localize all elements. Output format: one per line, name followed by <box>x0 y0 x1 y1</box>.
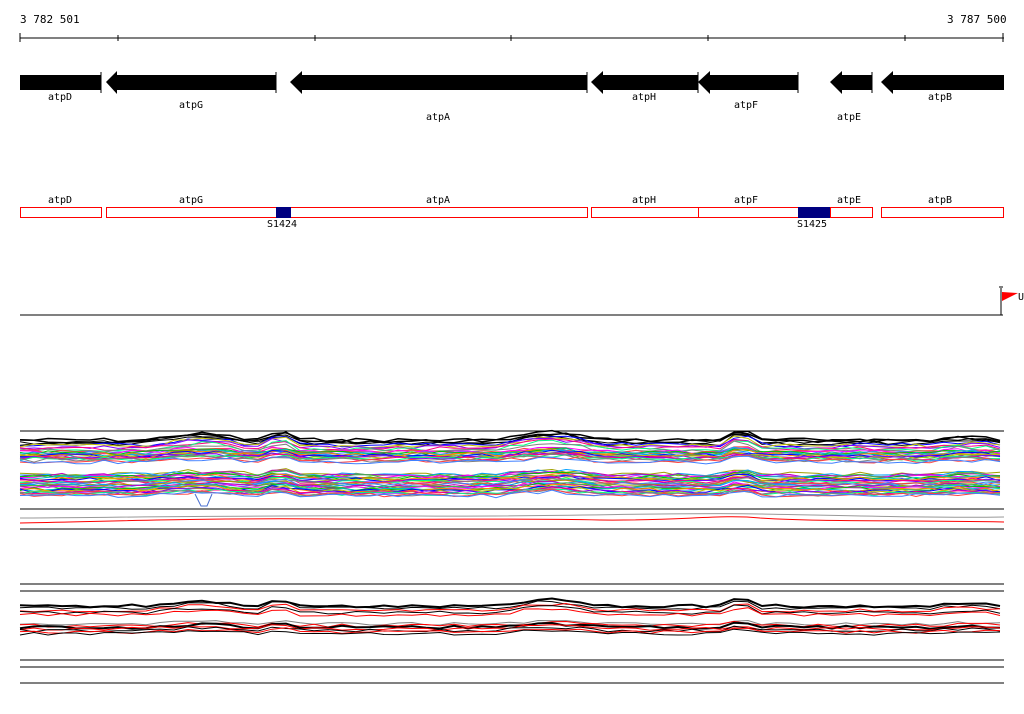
feature-label-s1424: S1424 <box>266 219 298 230</box>
segment-atpa[interactable] <box>276 207 588 218</box>
feature-label-s1425: S1425 <box>796 219 828 230</box>
gene-label-atpg: atpG <box>178 100 204 111</box>
gene-arrow-atpa[interactable] <box>290 71 587 94</box>
segment-label-atpg: atpG <box>178 195 204 206</box>
gene-label-atpd: atpD <box>47 92 73 103</box>
feature-s1425-block[interactable] <box>798 207 830 218</box>
gene-arrow-atpb[interactable] <box>881 71 1004 94</box>
gene-arrows-track <box>20 71 1004 94</box>
gene-label-atpe: atpE <box>836 112 862 123</box>
segment-label-atpb: atpB <box>927 195 953 206</box>
gene-arrow-atpd[interactable] <box>20 75 101 90</box>
feature-s1424-block[interactable] <box>276 207 291 218</box>
genome-track-canvas <box>19 33 1018 684</box>
segment-atpb[interactable] <box>881 207 1004 218</box>
gene-label-atpb: atpB <box>927 92 953 103</box>
gene-arrow-atph[interactable] <box>591 71 698 94</box>
segment-label-atpa: atpA <box>425 195 451 206</box>
segment-atpd[interactable] <box>20 207 102 218</box>
gene-label-atph: atpH <box>631 92 657 103</box>
segment-label-atpf: atpF <box>733 195 759 206</box>
expression-profiles-top <box>19 429 1005 530</box>
segment-atpg[interactable] <box>106 207 277 218</box>
segment-label-atpd: atpD <box>47 195 73 206</box>
gene-arrow-atpf[interactable] <box>698 71 798 94</box>
gene-arrow-atpg[interactable] <box>106 71 276 94</box>
segment-label-atph: atpH <box>631 195 657 206</box>
flag-label: U <box>1017 292 1024 303</box>
gene-arrow-atpe[interactable] <box>830 71 872 94</box>
segment-label-atpe: atpE <box>836 195 862 206</box>
flag-icon[interactable] <box>1002 292 1018 301</box>
ruler <box>19 33 1004 42</box>
gene-label-atpa: atpA <box>425 112 451 123</box>
signal-baseline-track <box>20 286 1018 316</box>
segment-atph[interactable] <box>591 207 699 218</box>
segment-atpe[interactable] <box>830 207 873 218</box>
gene-segments-track <box>20 207 1004 218</box>
expression-profiles-bottom <box>19 583 1004 684</box>
gene-label-atpf: atpF <box>733 100 759 111</box>
